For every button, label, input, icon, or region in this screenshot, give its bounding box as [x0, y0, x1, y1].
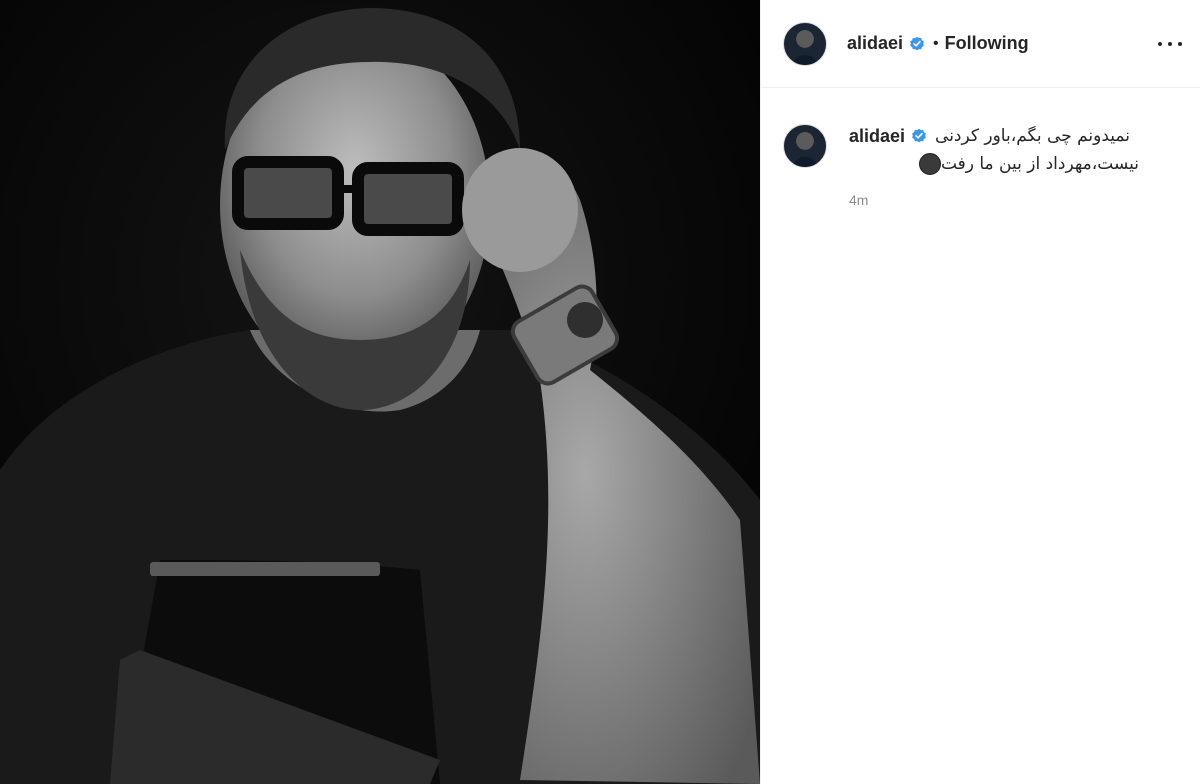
post-side-panel: alidaei • Following alidaei نمیدونم چی ب… [760, 0, 1200, 784]
caption-first-line: alidaei نمیدونم چی بگم،باور کردنی [849, 124, 1139, 148]
caption-second-line: نیست،مهرداد از بین ما رفت [849, 152, 1139, 176]
caption-comment: alidaei نمیدونم چی بگم،باور کردنی نیست،م… [761, 88, 1200, 208]
following-button[interactable]: Following [945, 33, 1029, 54]
post-photo[interactable] [0, 0, 760, 784]
caption-username[interactable]: alidaei [849, 124, 905, 148]
author-username[interactable]: alidaei [847, 33, 903, 54]
verified-badge-icon [912, 128, 926, 143]
author-avatar[interactable] [783, 21, 827, 66]
caption-text-line2: نیست،مهرداد از بین ما رفت [940, 154, 1139, 174]
verified-badge-icon [910, 36, 924, 50]
caption-body: alidaei نمیدونم چی بگم،باور کردنی نیست،م… [849, 124, 1139, 208]
black-circle-emoji-icon [918, 153, 941, 175]
post-header: alidaei • Following [761, 0, 1200, 88]
caption-author-avatar[interactable] [783, 124, 827, 168]
instagram-post-view: alidaei • Following alidaei نمیدونم چی ب… [0, 0, 1200, 784]
more-options-icon[interactable] [1158, 34, 1182, 54]
caption-text-line1: نمیدونم چی بگم،باور کردنی [935, 126, 1130, 146]
post-timestamp[interactable]: 4m [849, 192, 1139, 208]
post-photo-image [0, 0, 760, 784]
header-separator: • [933, 34, 939, 52]
